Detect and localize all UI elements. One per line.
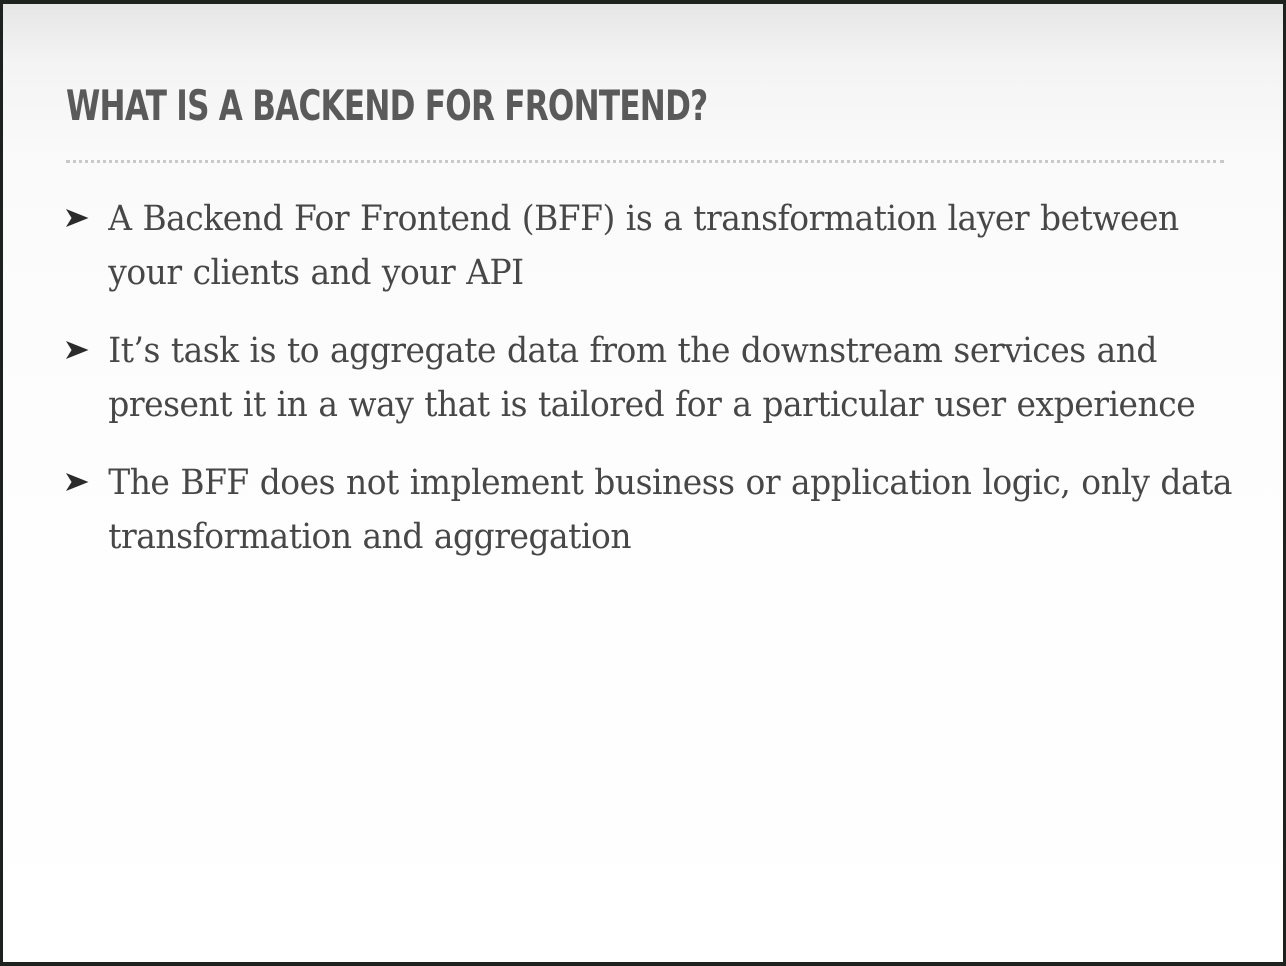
arrowhead-bullet-icon (65, 209, 89, 227)
bullet-item: It’s task is to aggregate data from the … (65, 324, 1246, 432)
video-frame: WHAT IS A BACKEND FOR FRONTEND? A Backen… (0, 0, 1286, 966)
bullet-text: The BFF does not implement business or a… (108, 463, 1233, 557)
arrowhead-bullet-icon (65, 473, 89, 491)
dotted-divider (66, 160, 1224, 163)
presentation-slide: WHAT IS A BACKEND FOR FRONTEND? A Backen… (3, 4, 1283, 962)
slide-title: WHAT IS A BACKEND FOR FRONTEND? (66, 81, 708, 130)
bullet-text: It’s task is to aggregate data from the … (108, 331, 1196, 425)
bullet-item: The BFF does not implement business or a… (65, 456, 1246, 564)
bullet-list: A Backend For Frontend (BFF) is a transf… (65, 192, 1233, 588)
arrowhead-bullet-icon (65, 341, 89, 359)
bullet-item: A Backend For Frontend (BFF) is a transf… (65, 192, 1246, 300)
bullet-text: A Backend For Frontend (BFF) is a transf… (108, 199, 1179, 293)
